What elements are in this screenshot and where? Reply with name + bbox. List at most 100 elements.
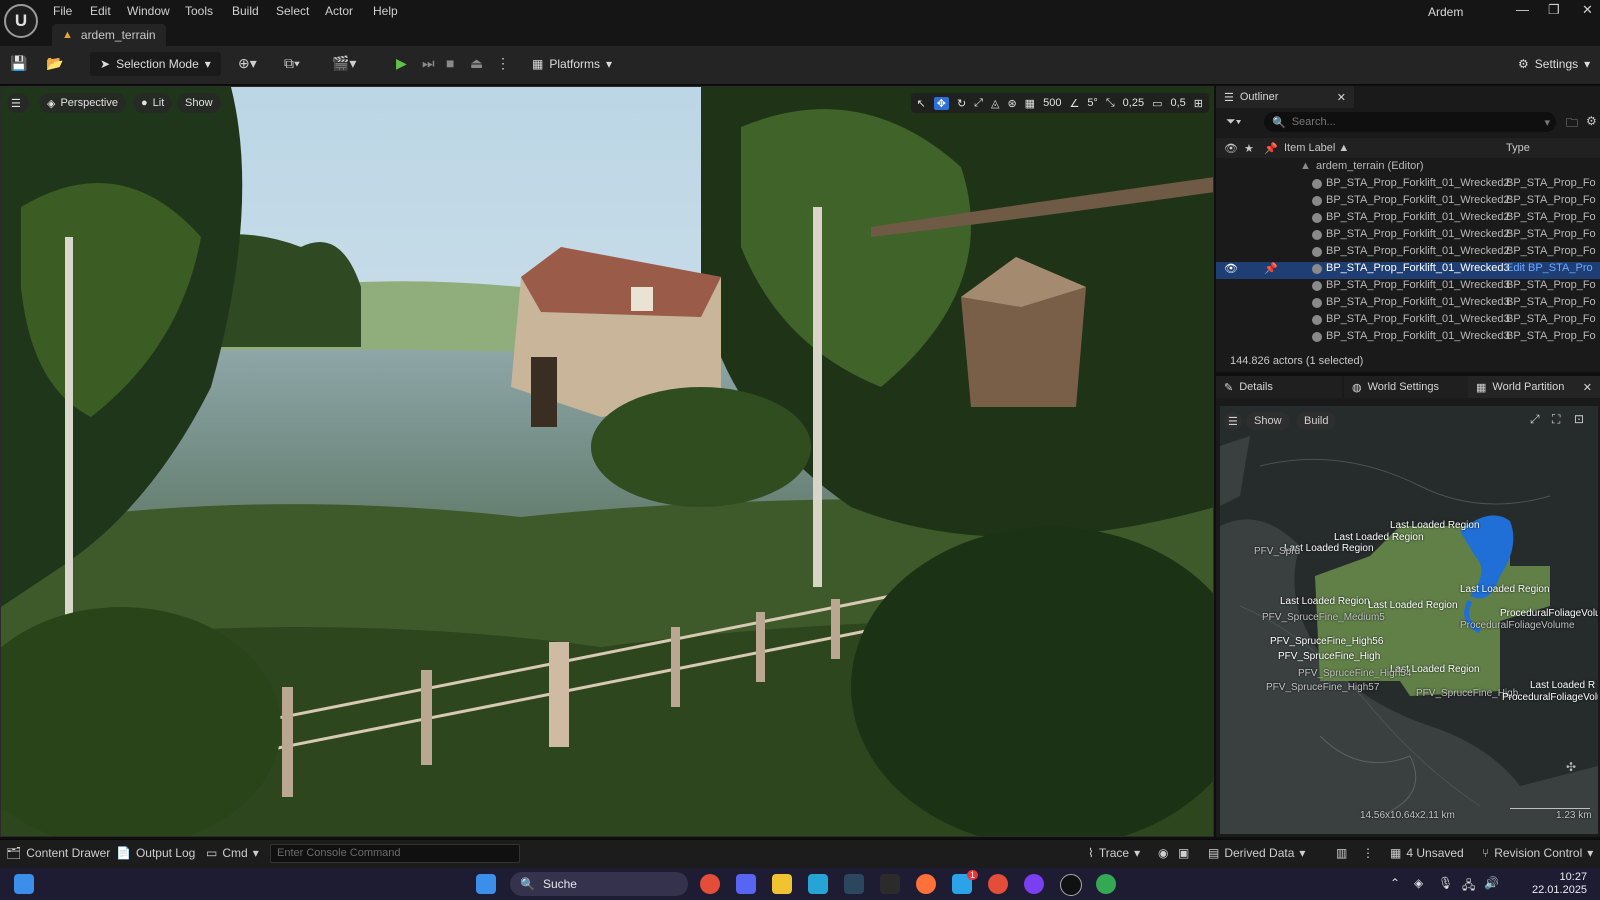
stats-icon[interactable]: ▥ (1336, 846, 1347, 860)
windows-start-icon[interactable] (476, 874, 496, 894)
item-label-column[interactable]: Item Label ▲ (1284, 142, 1349, 154)
chrome-icon[interactable] (1096, 874, 1116, 894)
more-options-icon[interactable]: ⋮ (1362, 846, 1374, 860)
close-icon[interactable]: ✕ (1583, 381, 1592, 394)
add-folder-icon[interactable]: 🗀 (1566, 114, 1578, 135)
trace-dropdown[interactable]: ⌇ Trace ▾ (1088, 846, 1140, 860)
table-row[interactable]: BP_STA_Prop_Forklift_01_Wrecked3 BP_STA_P… (1216, 330, 1600, 347)
save-icon[interactable]: 💾 (10, 55, 27, 72)
chrome-icon[interactable] (988, 874, 1008, 894)
wp-menu-icon[interactable]: ☰ (1224, 412, 1242, 430)
app-icon[interactable] (808, 874, 828, 894)
table-row[interactable]: BP_STA_Prop_Forklift_01_Wrecked3 BP_STA_P… (1216, 313, 1600, 330)
rotate-tool-icon[interactable]: ↻ (957, 97, 966, 110)
visibility-icon[interactable]: 👁 (1224, 262, 1238, 275)
tab-outliner[interactable]: ☰ Outliner ✕ (1216, 86, 1354, 108)
menu-edit[interactable]: Edit (90, 4, 111, 18)
surface-snap-icon[interactable]: ⊛ (1007, 97, 1016, 110)
wp-build-button[interactable]: Build (1296, 412, 1337, 430)
viewport-menu-icon[interactable]: ☰ (7, 93, 29, 113)
network-icon[interactable]: 🖧 (1462, 876, 1475, 897)
menu-help[interactable]: Help (373, 4, 398, 18)
show-dropdown[interactable]: Show (177, 93, 221, 113)
unreal-engine-icon[interactable] (1060, 874, 1082, 896)
add-actor-icon[interactable]: ⊕▾ (238, 55, 257, 72)
minimize-button[interactable]: — (1516, 2, 1529, 17)
firefox-icon[interactable] (916, 874, 936, 894)
record-icon[interactable]: ◉ (1158, 846, 1168, 860)
table-row-selected[interactable]: 👁 📌 BP_STA_Prop_Forklift_01_Wrecked3 Edi… (1216, 262, 1600, 279)
chevron-down-icon[interactable]: ▾ (1544, 116, 1550, 129)
derived-data-dropdown[interactable]: ▤ Derived Data ▾ (1208, 846, 1305, 860)
outliner-root-row[interactable]: ▲ ardem_terrain (Editor) (1216, 160, 1600, 177)
filter-icon[interactable]: ⏷▾ (1226, 114, 1241, 129)
table-row[interactable]: BP_STA_Prop_Forklift_01_Wrecked2 BP_STA_P… (1216, 245, 1600, 262)
move-tool-icon[interactable]: ✥ (933, 96, 949, 110)
browse-icon[interactable]: 📂 (46, 55, 63, 72)
tab-details[interactable]: ✎ Details (1216, 376, 1342, 398)
table-row[interactable]: BP_STA_Prop_Forklift_01_Wrecked2 BP_STA_P… (1216, 194, 1600, 211)
revision-control-dropdown[interactable]: ⑂ Revision Control ▾ (1482, 846, 1593, 860)
selection-mode-dropdown[interactable]: ➤ Selection Mode ▾ (90, 52, 221, 76)
maximize-button[interactable]: ❐ (1548, 2, 1560, 18)
close-button[interactable]: ✕ (1582, 2, 1593, 18)
unreal-logo-icon[interactable]: U (4, 4, 38, 38)
stop-icon[interactable]: ■ (446, 55, 454, 71)
platforms-dropdown[interactable]: ▦ Platforms ▾ (532, 52, 612, 76)
zoom-focus-icon[interactable]: ⊡ (1574, 412, 1584, 426)
output-log-button[interactable]: 📄 Output Log (116, 846, 195, 860)
taskbar-clock[interactable]: 10:27 22.01.2025 (1532, 871, 1587, 897)
menu-actor[interactable]: Actor (325, 4, 353, 18)
perspective-dropdown[interactable]: ◈ Perspective (39, 93, 126, 113)
world-local-icon[interactable]: ◬ (991, 97, 999, 110)
angle-snap-icon[interactable]: ∠ (1069, 97, 1079, 110)
angle-snap-value[interactable]: 5° (1087, 97, 1098, 109)
table-row[interactable]: BP_STA_Prop_Forklift_01_Wrecked2 BP_STA_P… (1216, 211, 1600, 228)
file-explorer-icon[interactable] (772, 874, 792, 894)
tab-world-partition[interactable]: ▦ World Partition ✕ (1468, 376, 1600, 398)
menu-build[interactable]: Build (232, 4, 259, 18)
console-input[interactable]: Enter Console Command (270, 844, 520, 863)
more-options-icon[interactable]: ⋮ (496, 55, 510, 72)
world-partition-map[interactable]: ☰ Show Build ⤢ ⛶ ⊡ Last Loaded Region La… (1220, 406, 1598, 834)
menu-window[interactable]: Window (127, 4, 170, 18)
table-row[interactable]: BP_STA_Prop_Forklift_01_Wrecked3 BP_STA_P… (1216, 296, 1600, 313)
settings-dropdown[interactable]: ⚙ Settings ▾ (1518, 52, 1590, 76)
scale-snap-icon[interactable]: ⤡ (1106, 97, 1115, 110)
scale-tool-icon[interactable]: ⤢ (974, 97, 983, 110)
content-drawer-button[interactable]: 🗂 Content Drawer (6, 846, 110, 860)
table-row[interactable]: BP_STA_Prop_Forklift_01_Wrecked2 BP_STA_P… (1216, 177, 1600, 194)
camera-speed-icon[interactable]: ▭ (1152, 97, 1162, 110)
close-icon[interactable]: ✕ (1337, 91, 1346, 104)
tab-world-settings[interactable]: ◍ World Settings (1344, 376, 1470, 398)
type-column[interactable]: Type (1506, 142, 1530, 154)
chrome-icon[interactable] (700, 874, 720, 894)
app-icon[interactable] (1024, 874, 1044, 894)
scale-snap-value[interactable]: 0,25 (1123, 97, 1144, 109)
wp-show-button[interactable]: Show (1246, 412, 1290, 430)
grid-snap-value[interactable]: 500 (1043, 97, 1061, 109)
chevron-up-icon[interactable]: ⌃ (1390, 876, 1400, 890)
project-tab[interactable]: ▲ ardem_terrain (52, 24, 166, 46)
steam-icon[interactable] (844, 874, 864, 894)
cmd-dropdown[interactable]: ▭ Cmd ▾ (206, 846, 259, 860)
microphone-icon[interactable]: 🎙 (1438, 876, 1453, 890)
play-icon[interactable]: ▶ (396, 55, 407, 72)
menu-select[interactable]: Select (276, 4, 309, 18)
unsaved-button[interactable]: ▦ 4 Unsaved (1390, 846, 1464, 860)
widgets-icon[interactable] (14, 874, 34, 894)
zoom-selection-icon[interactable]: ⛶ (1552, 412, 1560, 427)
volume-icon[interactable]: 🔊 (1484, 876, 1499, 890)
table-row[interactable]: BP_STA_Prop_Forklift_01_Wrecked2 BP_STA_P… (1216, 228, 1600, 245)
messenger-icon[interactable]: 1 (952, 870, 978, 894)
screenshot-icon[interactable]: ▣ (1178, 846, 1189, 860)
lit-dropdown[interactable]: ● Lit (133, 93, 173, 113)
taskbar-search[interactable]: 🔍 Suche (510, 872, 688, 896)
pin-icon[interactable]: 📌 (1264, 262, 1278, 275)
discord-icon[interactable] (736, 874, 756, 894)
grid-snap-icon[interactable]: ▦ (1025, 97, 1035, 110)
epic-games-icon[interactable] (880, 874, 900, 894)
outliner-search-input[interactable]: 🔍 Search... ▾ (1264, 112, 1556, 132)
blueprint-icon[interactable]: ⧉▾ (284, 55, 300, 72)
table-row[interactable]: BP_STA_Prop_Forklift_01_Wrecked3 BP_STA_P… (1216, 279, 1600, 296)
